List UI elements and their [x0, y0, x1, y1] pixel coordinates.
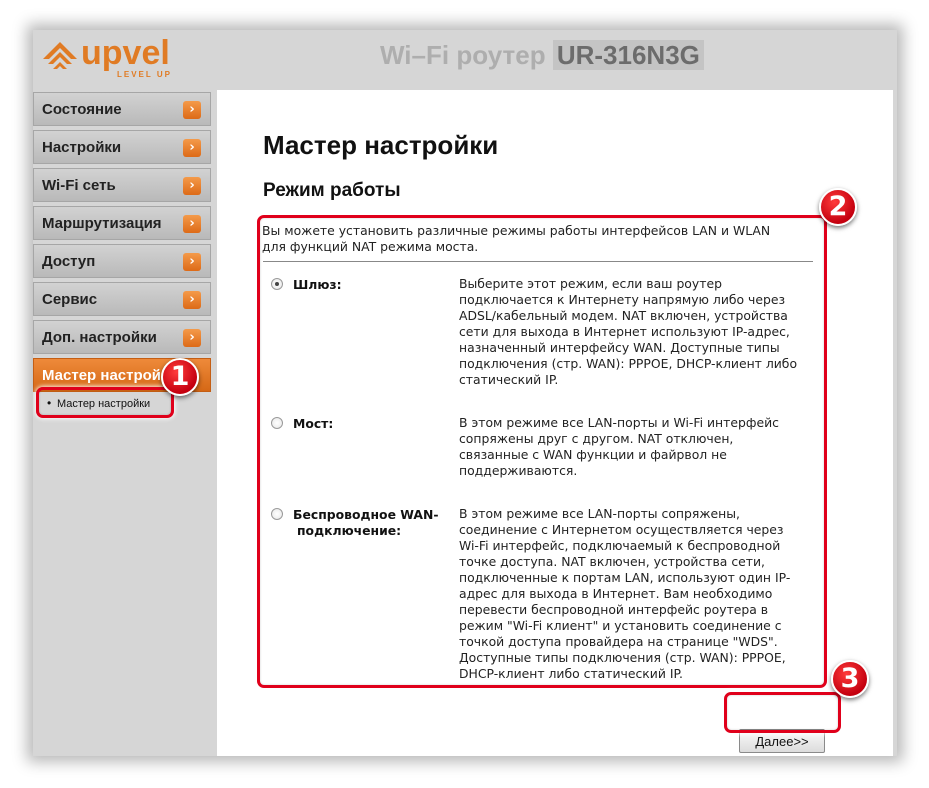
upvel-logo-icon: [43, 42, 77, 69]
sidebar-item-label: Состояние: [42, 101, 122, 118]
logo-text: upvel: [81, 34, 170, 72]
product-model: UR-316N3G: [552, 40, 704, 70]
sidebar-item-label: Доступ: [42, 253, 96, 270]
sidebar-item-label: Настройки: [42, 139, 122, 156]
chevron-right-icon: ›: [183, 329, 201, 347]
sidebar-item-access[interactable]: Доступ ›: [33, 244, 211, 278]
sidebar-item-label: Мастер настройки: [42, 367, 178, 384]
sidebar-item-routing[interactable]: Маршрутизация ›: [33, 206, 211, 240]
sidebar-item-wifi[interactable]: Wi-Fi сеть ›: [33, 168, 211, 202]
sidebar-item-label: Wi-Fi сеть: [42, 177, 116, 194]
step-badge-3: 3: [831, 660, 869, 698]
step-badge-2: 2: [819, 188, 857, 226]
product-title: Wi–Fi роутер UR-316N3G: [380, 40, 704, 71]
logo-tagline: LEVEL UP: [117, 70, 172, 79]
sidebar-item-status[interactable]: Состояние ›: [33, 92, 211, 126]
highlight-mode-options: [257, 215, 827, 688]
page-title: Мастер настройки: [263, 130, 499, 160]
chevron-right-icon: ›: [183, 177, 201, 195]
sidebar-item-label: Маршрутизация: [42, 215, 162, 232]
sidebar-item-advanced[interactable]: Доп. настройки ›: [33, 320, 211, 354]
highlight-next-button: [724, 692, 841, 733]
product-prefix: Wi–Fi роутер: [380, 40, 546, 70]
chevron-right-icon: ›: [183, 291, 201, 309]
sidebar-item-settings[interactable]: Настройки ›: [33, 130, 211, 164]
sidebar-item-service[interactable]: Сервис ›: [33, 282, 211, 316]
chevron-right-icon: ›: [183, 139, 201, 157]
chevron-right-icon: ›: [183, 101, 201, 119]
chevron-right-icon: ›: [183, 215, 201, 233]
header: upvel LEVEL UP Wi–Fi роутер UR-316N3G: [33, 30, 897, 90]
section-title: Режим работы: [263, 180, 401, 201]
sidebar-item-label: Доп. настройки: [42, 329, 157, 346]
chevron-right-icon: ›: [183, 253, 201, 271]
highlight-submenu: [36, 387, 174, 418]
upvel-logo: upvel LEVEL UP: [41, 34, 191, 82]
sidebar-item-label: Сервис: [42, 291, 98, 308]
step-badge-1: 1: [161, 358, 199, 396]
